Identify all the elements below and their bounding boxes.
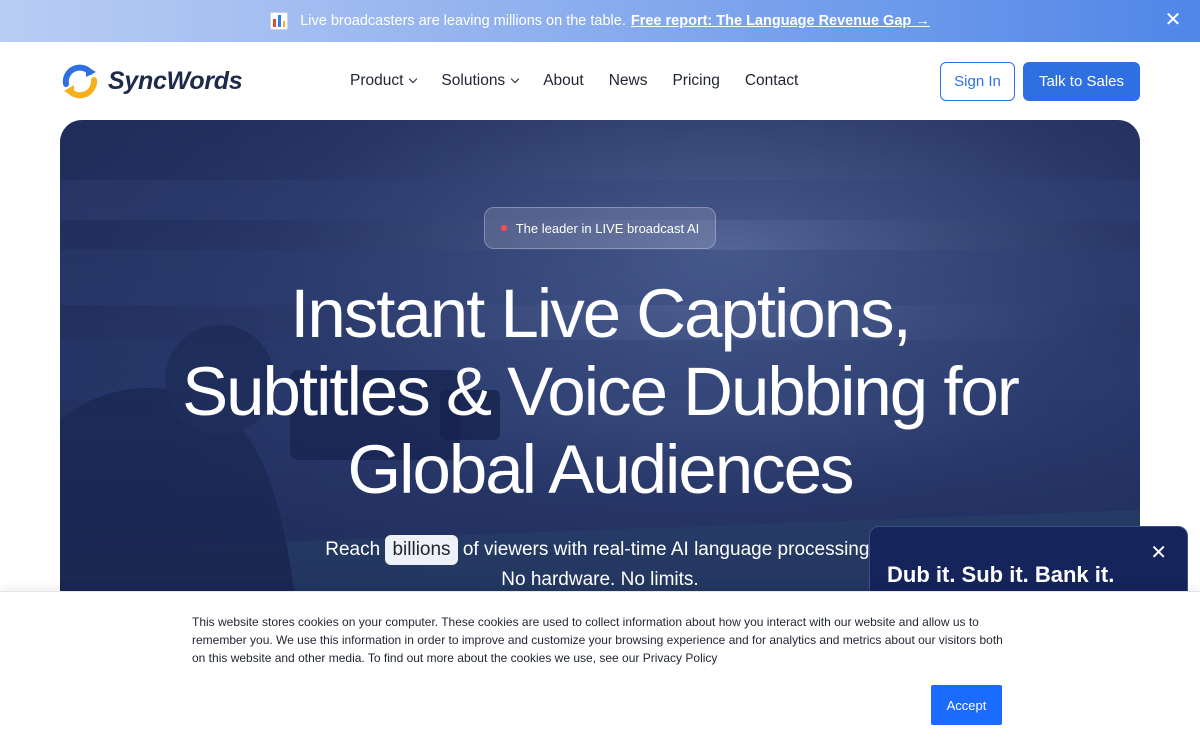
nav-item-label: Product [350,72,404,89]
logo-text: SyncWords [108,66,243,95]
nav-item-pricing[interactable]: Pricing [672,72,719,90]
cookie-text: This website stores cookies on your comp… [192,615,1003,665]
nav-item-label: Contact [744,72,799,89]
sub-text-line-2: No hardware. No limits. [501,569,699,590]
headline-line-3: Global Audiences [347,431,854,508]
talk-to-sales-button[interactable]: Talk to Sales [1023,62,1140,101]
sign-in-button[interactable]: Sign In [940,62,1015,101]
main-menu: Product Solutions About News Pricing Con… [350,72,798,90]
logo[interactable]: SyncWords [60,62,243,100]
nav-item-about[interactable]: About [543,72,584,90]
hero-headline: Instant Live Captions, Subtitles & Voice… [60,275,1140,509]
headline-line-1: Instant Live Captions, [290,275,912,352]
nav-item-contact[interactable]: Contact [745,72,798,90]
syncwords-logo-icon [62,64,98,99]
nav-item-label: Pricing [672,72,720,89]
badge-text: The leader in LIVE broadcast AI [515,220,700,236]
nav-item-label: News [608,72,648,89]
accept-cookies-button[interactable]: Accept [931,685,1002,725]
nav-item-solutions[interactable]: Solutions [441,72,520,90]
headline-line-2: Subtitles & Voice Dubbing for [182,353,1020,430]
sub-text-pre: Reach [325,539,381,560]
sub-highlight: billions [385,535,458,565]
widget-title: Dub it. Sub it. Bank it. [887,562,1115,587]
nav-item-label: About [543,72,584,89]
chevron-down-icon [510,74,520,84]
nav-item-label: Solutions [441,72,506,89]
bar-chart-icon [270,12,289,30]
cookie-banner: This website stores cookies on your comp… [0,591,1200,750]
announcement-close-icon[interactable]: ✕ [1164,10,1182,30]
nav-item-news[interactable]: News [609,72,648,90]
chevron-down-icon [409,74,418,84]
leader-badge: The leader in LIVE broadcast AI [484,207,716,249]
announcement-text: Live broadcasters are leaving millions o… [300,13,626,29]
main-nav: SyncWords Product Solutions About News P… [0,42,1200,120]
announcement-bar: Live broadcasters are leaving millions o… [0,0,1200,42]
nav-item-product[interactable]: Product [350,72,418,90]
free-report-link[interactable]: Free report: The Language Revenue Gap → [631,13,930,29]
widget-close-icon[interactable]: ✕ [1150,543,1167,563]
sub-text-post: of viewers with real-time AI language pr… [462,539,875,560]
live-dot-icon [500,225,507,231]
